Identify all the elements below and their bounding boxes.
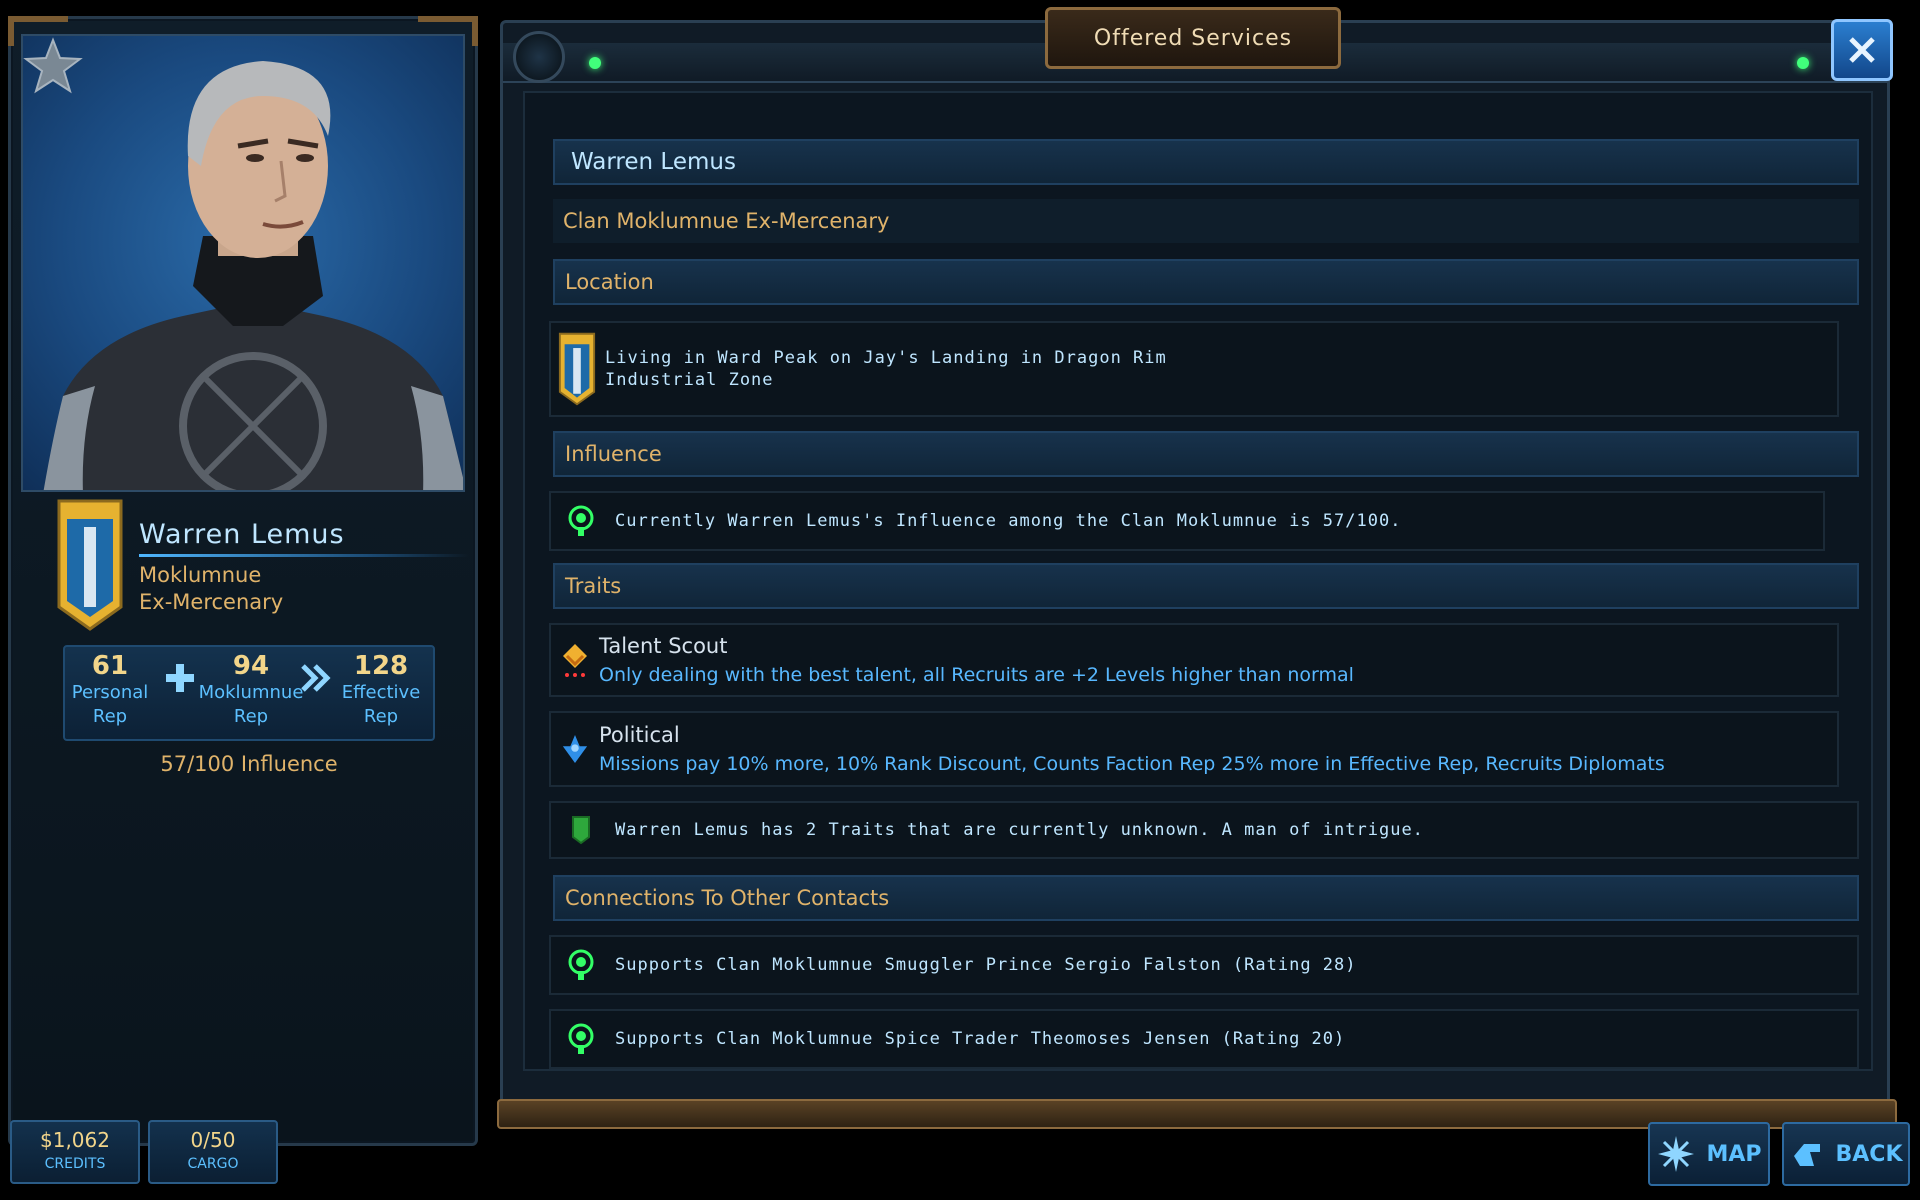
back-button-label: BACK — [1835, 1141, 1903, 1167]
faction-banner-icon — [57, 499, 123, 631]
influence-row: Currently Warren Lemus's Influence among… — [549, 491, 1825, 551]
faction-rep-value: 94 — [232, 651, 270, 681]
credits-value: $1,062 — [40, 1128, 110, 1152]
location-line-2: Industrial Zone — [605, 370, 774, 390]
name-underline — [139, 554, 469, 557]
political-icon — [561, 732, 589, 766]
contact-name: Warren Lemus — [139, 519, 345, 550]
location-row: Living in Ward Peak on Jay's Landing in … — [549, 321, 1839, 417]
window-title-plaque: Offered Services — [1045, 7, 1341, 69]
effective-rep-value: 128 — [353, 651, 409, 681]
effective-rep-sublabel: Rep — [363, 706, 399, 727]
effective-rep: 128 Effective Rep — [327, 651, 435, 729]
cargo-label: CARGO — [187, 1156, 239, 1172]
faction-rep-sublabel: Rep — [233, 706, 269, 727]
connections-header-label: Connections To Other Contacts — [565, 886, 890, 910]
personal-rep-value: 61 — [91, 651, 129, 681]
contact-faction: Moklumnue — [139, 563, 262, 587]
contact-sidebar: Warren Lemus Moklumnue Ex-Mercenary 61 P… — [8, 16, 478, 1146]
faction-rep: 94 Moklumnue Rep — [191, 651, 311, 729]
trait-row: Talent Scout Only dealing with the best … — [549, 623, 1839, 697]
connections-header: Connections To Other Contacts — [553, 875, 1859, 921]
traits-header: Traits — [553, 563, 1859, 609]
trait-row: Political Missions pay 10% more, 10% Ran… — [549, 711, 1839, 787]
details-name-header: Warren Lemus — [553, 139, 1859, 185]
effective-rep-label: Effective — [341, 682, 421, 703]
details-name: Warren Lemus — [571, 149, 736, 175]
radar-icon — [561, 505, 601, 537]
connection-text: Supports Clan Moklumnue Spice Trader The… — [615, 1029, 1346, 1049]
knob-icon — [513, 31, 565, 83]
unknown-traits-text: Warren Lemus has 2 Traits that are curre… — [615, 820, 1424, 840]
details-subtitle-row: Clan Moklumnue Ex-Mercenary — [553, 199, 1859, 243]
trait-title: Political — [599, 723, 680, 747]
cargo-display: 0/50 CARGO — [148, 1120, 278, 1184]
map-button[interactable]: MAP — [1648, 1122, 1770, 1186]
map-button-label: MAP — [1706, 1141, 1762, 1167]
connection-row: Supports Clan Moklumnue Spice Trader The… — [549, 1009, 1859, 1069]
map-star-icon — [1658, 1136, 1695, 1172]
radar-icon — [561, 1023, 601, 1055]
location-line-1: Living in Ward Peak on Jay's Landing in … — [605, 348, 1167, 368]
location-banner-icon — [557, 329, 597, 409]
services-content[interactable]: Warren Lemus Clan Moklumnue Ex-Mercenary… — [523, 91, 1873, 1071]
window-title: Offered Services — [1093, 25, 1293, 51]
connection-row: Supports Clan Moklumnue Smuggler Prince … — [549, 935, 1859, 995]
influence-text: Currently Warren Lemus's Influence among… — [615, 511, 1402, 531]
personal-rep: 61 Personal Rep — [65, 651, 155, 729]
trait-description: Missions pay 10% more, 10% Rank Discount… — [599, 753, 1665, 775]
location-header-label: Location — [565, 270, 654, 294]
location-header: Location — [553, 259, 1859, 305]
trait-description: Only dealing with the best talent, all R… — [599, 664, 1354, 686]
status-light-icon — [589, 57, 601, 69]
contact-portrait — [21, 34, 465, 492]
faction-rep-label: Moklumnue — [198, 682, 304, 703]
close-button[interactable] — [1831, 19, 1893, 81]
reputation-panel: 61 Personal Rep 94 Moklumnue Rep 128 Eff… — [63, 645, 435, 741]
credits-display: $1,062 CREDITS — [10, 1120, 140, 1184]
back-button[interactable]: BACK — [1782, 1122, 1910, 1186]
influence-header-label: Influence — [565, 442, 662, 466]
green-banner-icon — [561, 815, 601, 845]
connection-text: Supports Clan Moklumnue Smuggler Prince … — [615, 955, 1357, 975]
unknown-traits-row: Warren Lemus has 2 Traits that are curre… — [549, 801, 1859, 859]
favorite-star-icon[interactable] — [23, 36, 83, 96]
details-subtitle: Clan Moklumnue Ex-Mercenary — [563, 209, 890, 233]
personal-rep-label: Personal — [71, 682, 149, 703]
personal-rep-sublabel: Rep — [92, 706, 128, 727]
cargo-value: 0/50 — [190, 1128, 236, 1152]
contact-name-block: Warren Lemus Moklumnue Ex-Mercenary — [139, 519, 469, 616]
offered-services-panel: Offered Services Warren Lemus Clan Moklu… — [497, 7, 1897, 1129]
radar-icon — [561, 949, 601, 981]
close-icon — [1849, 37, 1875, 63]
influence-header: Influence — [553, 431, 1859, 477]
trait-title: Talent Scout — [599, 634, 728, 658]
talent-scout-icon — [561, 642, 589, 678]
status-light-icon — [1797, 57, 1809, 69]
contact-role: Ex-Mercenary — [139, 590, 284, 614]
influence-summary: 57/100 Influence — [160, 752, 338, 776]
traits-header-label: Traits — [565, 574, 622, 598]
credits-label: CREDITS — [44, 1156, 106, 1172]
back-arrow-icon — [1793, 1144, 1820, 1166]
